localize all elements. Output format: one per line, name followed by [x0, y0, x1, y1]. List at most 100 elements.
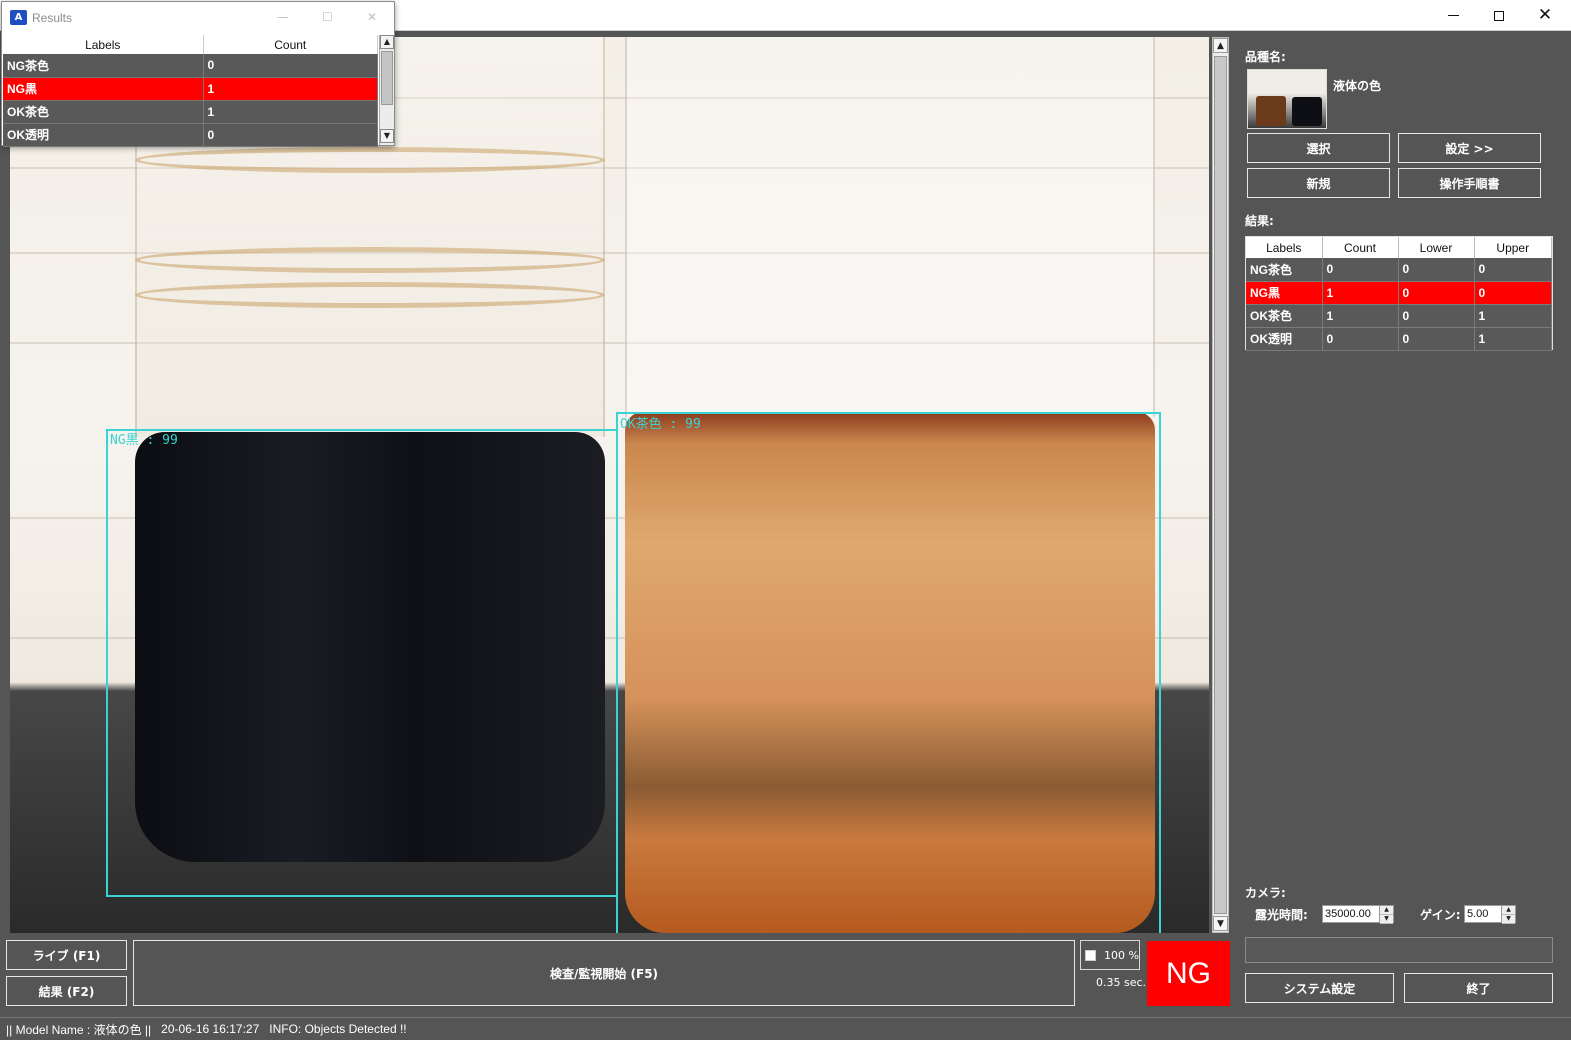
results-label: 結果: [1245, 214, 1274, 228]
spin-up-icon[interactable]: ▲ [1380, 906, 1393, 915]
model-thumbnail [1247, 69, 1327, 129]
popup-results-table: Labels Count NG茶色 0 NG黒 1 OK茶色 1 OK透明 0 [3, 35, 378, 147]
results-popup-title: Results [32, 11, 73, 25]
popup-maximize-icon[interactable]: ☐ [322, 10, 333, 24]
table-row[interactable]: OK透明 0 [3, 123, 378, 147]
select-button[interactable]: 選択 [1247, 133, 1390, 163]
gain-label: ゲイン: [1420, 908, 1461, 922]
close-icon: ✕ [1537, 5, 1553, 25]
scroll-up-arrow-icon[interactable]: ▲ [380, 35, 394, 49]
jar-thread-ring [135, 247, 605, 273]
row-upper: 1 [1474, 327, 1552, 351]
exposure-label: 露光時間: [1255, 908, 1308, 922]
settings-button[interactable]: 設定 >> [1398, 133, 1541, 163]
manual-button[interactable]: 操作手順書 [1398, 168, 1541, 198]
maximize-icon [1494, 10, 1504, 21]
status-datetime: 20-06-16 16:17:27 [161, 1022, 260, 1036]
scroll-down-arrow-icon[interactable]: ▼ [380, 129, 394, 143]
popup-close-icon[interactable]: ✕ [367, 10, 377, 24]
row-count: 1 [203, 100, 378, 124]
amber-jar-top [625, 37, 1155, 417]
zoom-checkbox[interactable] [1085, 949, 1096, 961]
table-row-selected[interactable]: NG黒 1 0 0 [1246, 281, 1552, 305]
zoom-toggle[interactable]: 100 % [1080, 940, 1140, 970]
results-popup-titlebar[interactable]: A Results — ☐ ✕ [2, 2, 394, 34]
row-upper: 0 [1474, 281, 1552, 305]
table-row[interactable]: OK透明 0 0 1 [1246, 327, 1552, 351]
spinner-arrows[interactable]: ▲ ▼ [1501, 906, 1515, 924]
table-row[interactable]: NG茶色 0 0 0 [1246, 258, 1552, 282]
table-row[interactable]: OK茶色 1 [3, 100, 378, 124]
maximize-button[interactable] [1476, 0, 1522, 31]
new-button[interactable]: 新規 [1247, 168, 1390, 198]
exit-button[interactable]: 終了 [1404, 973, 1553, 1003]
column-header-count[interactable]: Count [1322, 237, 1399, 258]
row-upper: 1 [1474, 304, 1552, 328]
row-label: NG茶色 [1246, 258, 1323, 282]
camera-label: カメラ: [1245, 886, 1286, 900]
row-count: 0 [1322, 327, 1399, 351]
spinner-arrows[interactable]: ▲ ▼ [1379, 906, 1393, 924]
elapsed-time: 0.35 sec. [1096, 976, 1147, 989]
popup-scrollbar[interactable]: ▲ ▼ [379, 35, 394, 145]
status-progress-field [1245, 937, 1553, 963]
results-popup-window[interactable]: A Results — ☐ ✕ Labels Count NG茶色 0 NG黒 1 … [1, 1, 395, 147]
minimize-button[interactable] [1430, 0, 1476, 31]
status-model: || Model Name : 液体の色 || [6, 1022, 152, 1037]
exposure-spinner[interactable]: 35000.00 ▲ ▼ [1322, 905, 1394, 924]
table-row[interactable]: NG茶色 0 [3, 54, 378, 78]
spin-down-icon[interactable]: ▼ [1502, 915, 1515, 924]
thumbnail-amber-jar [1256, 96, 1286, 126]
spin-up-icon[interactable]: ▲ [1502, 906, 1515, 915]
row-label: NG黒 [3, 77, 204, 101]
camera-image-viewer[interactable]: NG黒 : 99 OK茶色 : 99 [10, 37, 1209, 933]
row-count: 1 [1322, 281, 1399, 305]
scrollbar-thumb[interactable] [1214, 56, 1227, 914]
table-row[interactable]: OK茶色 1 0 1 [1246, 304, 1552, 328]
column-header-lower[interactable]: Lower [1398, 237, 1475, 258]
gain-value[interactable]: 5.00 [1465, 908, 1501, 920]
row-count: 0 [203, 54, 378, 78]
detection-label-ok-brown: OK茶色 : 99 [620, 417, 701, 432]
column-header-labels[interactable]: Labels [1246, 237, 1323, 258]
start-inspection-button[interactable]: 検査/監視開始 (F5) [133, 940, 1075, 1006]
exposure-value[interactable]: 35000.00 [1323, 908, 1379, 920]
spin-down-icon[interactable]: ▼ [1380, 915, 1393, 924]
row-upper: 0 [1474, 258, 1552, 282]
detection-box-ng-black [106, 429, 618, 897]
scroll-down-arrow-icon[interactable]: ▼ [1213, 916, 1228, 931]
row-label: NG黒 [1246, 281, 1323, 305]
scroll-up-arrow-icon[interactable]: ▲ [1213, 38, 1228, 53]
row-count: 1 [203, 77, 378, 101]
model-name-text: 液体の色 [1333, 79, 1382, 93]
column-header-count[interactable]: Count [203, 35, 378, 54]
minimize-icon [1447, 15, 1459, 16]
system-settings-button[interactable]: システム設定 [1245, 973, 1394, 1003]
scrollbar-thumb[interactable] [381, 51, 393, 105]
thumbnail-dark-jar [1292, 97, 1322, 126]
jar-thread-ring [135, 282, 605, 308]
table-row-selected[interactable]: NG黒 1 [3, 77, 378, 101]
viewer-vertical-scrollbar[interactable]: ▲ ▼ [1212, 37, 1229, 933]
popup-minimize-icon[interactable]: — [277, 10, 289, 24]
status-bar: || Model Name : 液体の色 || 20-06-16 16:17:2… [0, 1017, 1571, 1040]
row-lower: 0 [1398, 281, 1475, 305]
row-count: 0 [1322, 258, 1399, 282]
jar-thread-ring [135, 147, 605, 173]
verdict-badge: NG [1147, 941, 1230, 1006]
main-window: ✕ NG黒 : 99 OK茶色 : 99 ▲ ▼ A Results — ☐ ✕… [0, 0, 1571, 1040]
column-header-labels[interactable]: Labels [3, 35, 204, 54]
zoom-level: 100 % [1104, 948, 1139, 962]
row-lower: 0 [1398, 327, 1475, 351]
live-button[interactable]: ライブ (F1) [6, 940, 127, 970]
detection-box-ok-brown [616, 412, 1161, 933]
row-label: NG茶色 [3, 54, 204, 78]
product-type-label: 品種名: [1245, 50, 1286, 64]
column-header-upper[interactable]: Upper [1474, 237, 1552, 258]
result-button[interactable]: 結果 (F2) [6, 976, 127, 1006]
gain-spinner[interactable]: 5.00 ▲ ▼ [1464, 905, 1516, 924]
close-button[interactable]: ✕ [1522, 0, 1568, 31]
row-label: OK透明 [1246, 327, 1323, 351]
app-logo-icon: A [10, 10, 27, 25]
row-label: OK透明 [3, 123, 204, 147]
